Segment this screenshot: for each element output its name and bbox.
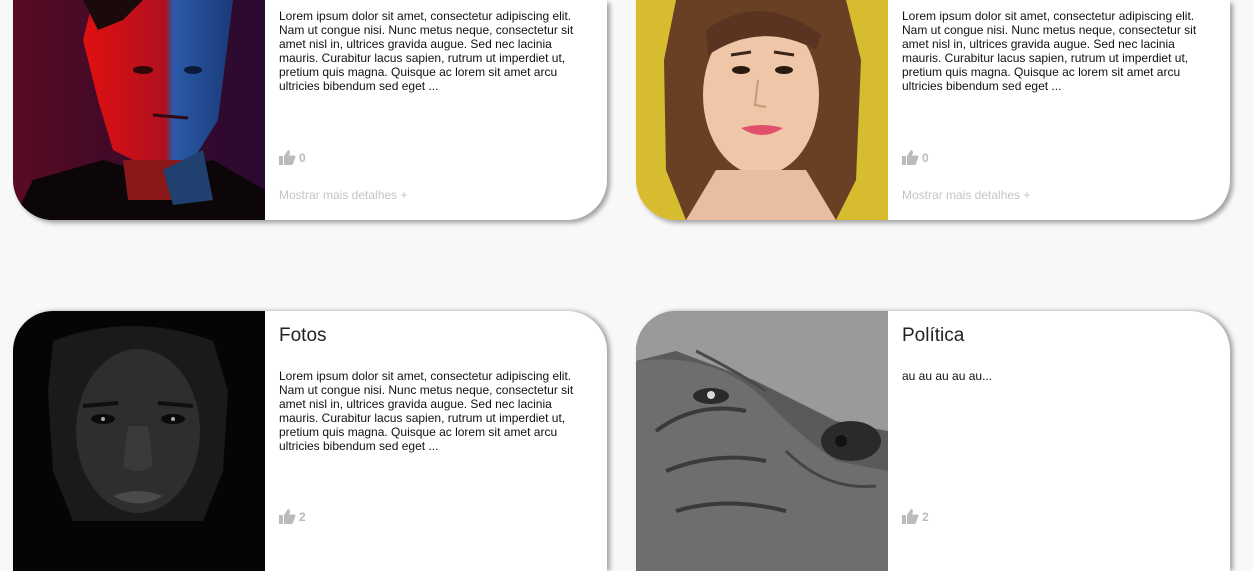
- post-excerpt: Lorem ipsum dolor sit amet, consectetur …: [902, 9, 1197, 93]
- show-more-link[interactable]: Mostrar mais detalhes +: [279, 188, 407, 202]
- post-title[interactable]: Política: [902, 325, 964, 347]
- post-image[interactable]: [13, 311, 265, 571]
- post-excerpt: au au au au au...: [902, 369, 993, 383]
- thumbs-up-icon: [902, 150, 919, 165]
- like-count: 2: [922, 509, 929, 524]
- post-image[interactable]: [636, 0, 888, 220]
- like-count: 2: [299, 509, 306, 524]
- like-button[interactable]: 0: [902, 150, 929, 165]
- like-count: 0: [299, 150, 306, 165]
- thumbs-up-icon: [279, 150, 296, 165]
- post-excerpt: Lorem ipsum dolor sit amet, consectetur …: [279, 9, 574, 93]
- post-card[interactable]: Lorem ipsum dolor sit amet, consectetur …: [13, 0, 607, 220]
- post-title[interactable]: Fotos: [279, 325, 327, 347]
- post-card[interactable]: Lorem ipsum dolor sit amet, consectetur …: [636, 0, 1230, 220]
- post-image[interactable]: [13, 0, 265, 220]
- post-card[interactable]: Política au au au au au... 2: [636, 311, 1230, 571]
- show-more-link[interactable]: Mostrar mais detalhes +: [902, 188, 1030, 202]
- post-excerpt: Lorem ipsum dolor sit amet, consectetur …: [279, 369, 574, 453]
- like-button[interactable]: 0: [279, 150, 306, 165]
- like-count: 0: [922, 150, 929, 165]
- post-card[interactable]: Fotos Lorem ipsum dolor sit amet, consec…: [13, 311, 607, 571]
- post-image[interactable]: [636, 311, 888, 571]
